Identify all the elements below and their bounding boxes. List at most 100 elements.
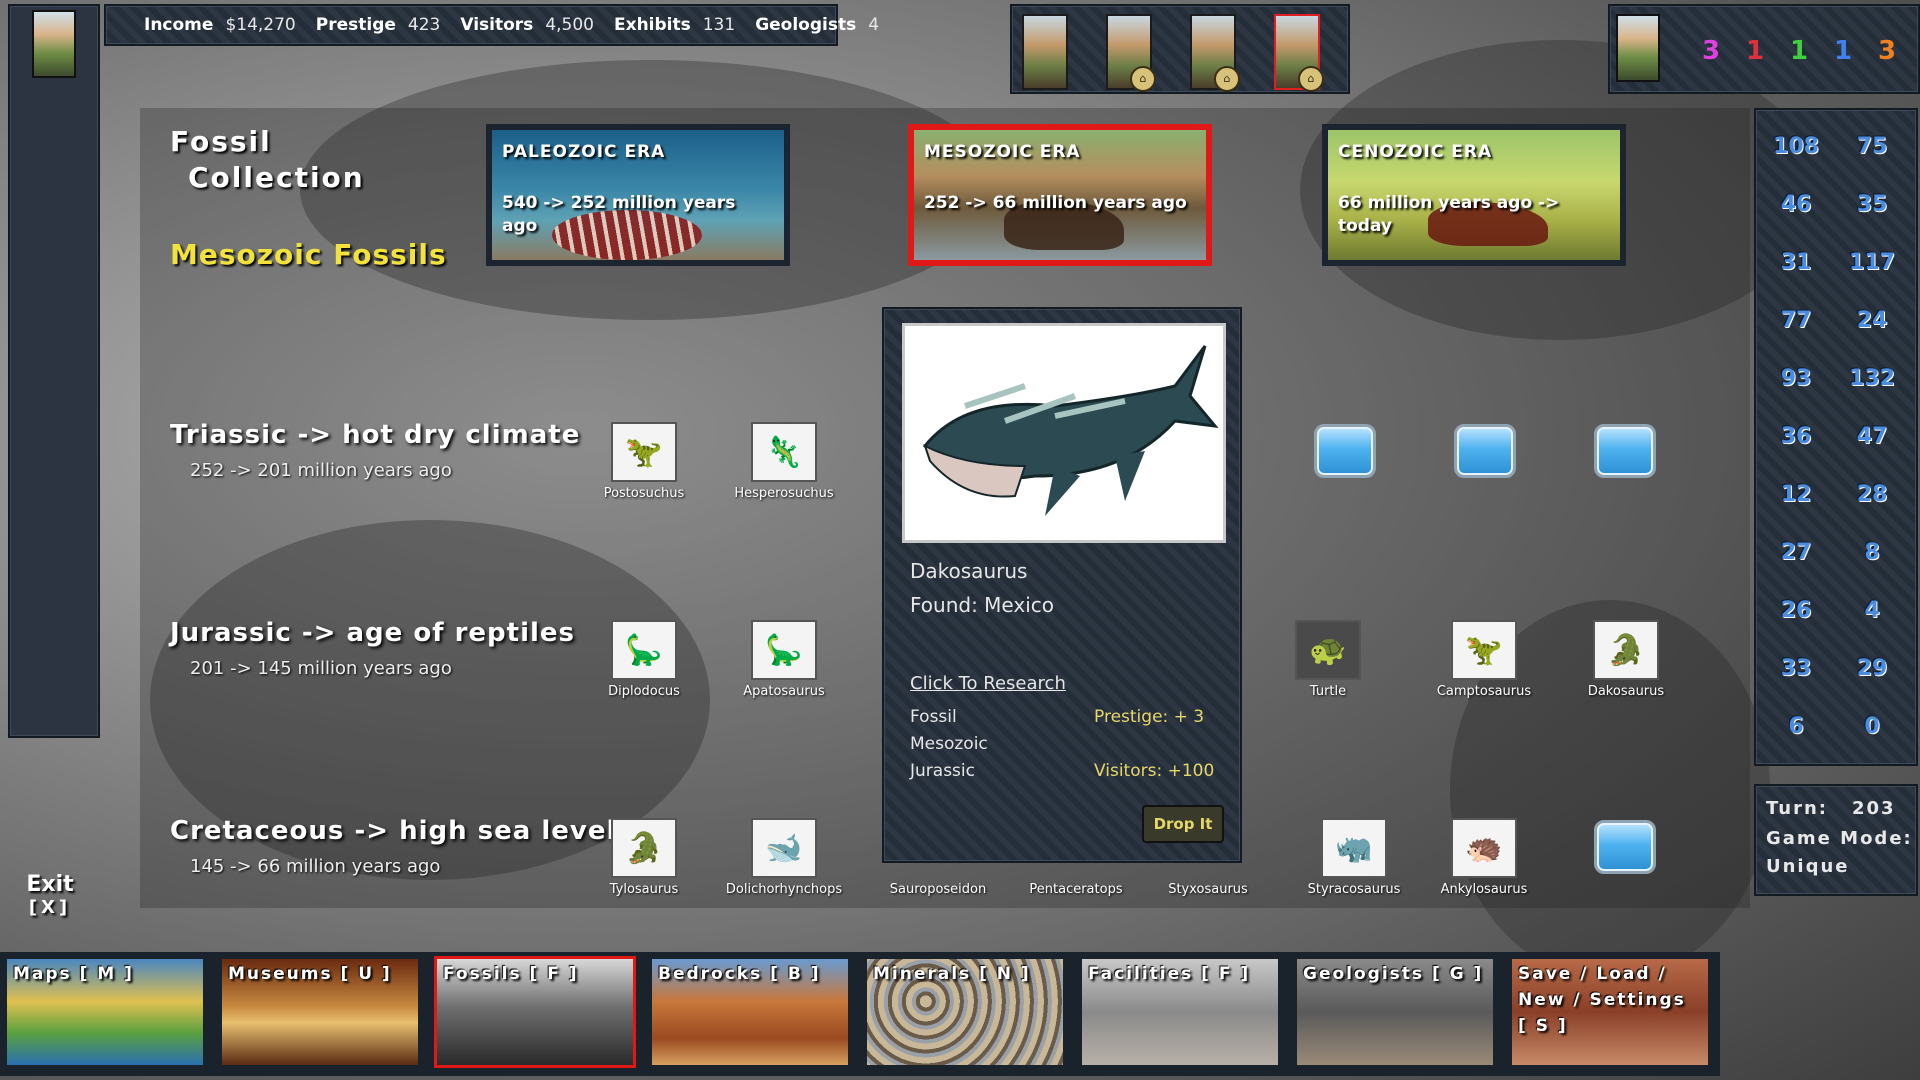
fossil-item[interactable]: 🦕 Diplodocus [574,620,714,699]
fossil-name: Sauroposeidon [868,882,1008,897]
document-counter[interactable]: 132 [1842,366,1902,391]
nav-bedrocks[interactable]: Bedrocks [ B ] [649,956,851,1068]
geologists-value: 4 [868,15,879,35]
geologist-slot-2[interactable]: ⌂ [1106,14,1152,90]
nav-museums[interactable]: Museums [ U ] [219,956,421,1068]
permit-counter[interactable]: 0 [1842,714,1902,739]
research-link[interactable]: Click To Research [910,673,1066,694]
microscope-counter[interactable]: 29 [1842,656,1902,681]
fossil-detail-location: Found: Mexico [910,593,1054,617]
fossil-item[interactable]: 🦖 Camptosaurus [1414,620,1554,699]
arrow-counter[interactable]: 47 [1842,424,1902,449]
fossil-name: Apatosaurus [714,684,854,699]
era-cenozoic[interactable]: CENOZOIC ERA 66 million years ago -> tod… [1322,124,1626,266]
geologist-slot-3[interactable]: ⌂ [1190,14,1236,90]
period-range-cretaceous: 145 -> 66 million years ago [190,856,440,877]
exit-label: Exit [20,872,80,897]
apatosaurus-image: 🦕 [751,620,817,680]
museum-badge-icon: ⌂ [1130,66,1156,92]
bottom-navigation: Maps [ M ] Museums [ U ] Fossils [ F ] B… [0,952,1720,1076]
nav-geologists[interactable]: Geologists [ G ] [1294,956,1496,1068]
nav-fossils[interactable]: Fossils [ F ] [434,956,636,1068]
postosuchus-image: 🦖 [611,422,677,482]
player-portrait[interactable] [32,10,76,78]
period-range-triassic: 252 -> 201 million years ago [190,460,452,481]
exhibits-value: 131 [703,15,735,35]
counter-value: 12 [1781,482,1812,507]
empty-fossil-slot[interactable] [1314,424,1376,478]
compass-counter[interactable]: 27 [1766,540,1826,565]
manager-portrait[interactable] [1616,14,1660,82]
nav-facilities[interactable]: Facilities [ F ] [1079,956,1281,1068]
turn-label: Turn: [1766,798,1828,819]
era-mesozoic[interactable]: MESOZOIC ERA 252 -> 66 million years ago [908,124,1212,266]
fossil-name: Ankylosaurus [1414,882,1554,897]
geologist-selector: ⌂ ⌂ ⌂ [1010,4,1350,94]
fossil-item[interactable]: 🦕 Apatosaurus [714,620,854,699]
empty-fossil-slot[interactable] [1594,820,1656,874]
museum-badge-icon: ⌂ [1298,66,1324,92]
tylosaurus-image: 🐊 [611,818,677,878]
counter-value: 108 [1773,134,1819,159]
nav-minerals[interactable]: Minerals [ N ] [864,956,1066,1068]
era-label: PALEOZOIC ERA [502,142,665,162]
fossil-item[interactable]: 🦏 Styracosaurus [1284,818,1424,897]
helmet-counter[interactable]: 8 [1842,540,1902,565]
book-counter[interactable]: 33 [1766,656,1826,681]
geologist-slot-1[interactable] [1022,14,1068,90]
turn-info: Turn: 203 Game Mode: Unique [1754,784,1918,896]
pickaxe-counter[interactable]: 108 [1766,134,1826,159]
fossil-item[interactable]: 🦔 Ankylosaurus [1414,818,1554,897]
fossil-item[interactable]: 🐊 Dakosaurus [1556,620,1696,699]
brush-counter[interactable]: 75 [1842,134,1902,159]
fossil-item[interactable]: 🦖 Postosuchus [574,422,714,501]
plane-counter[interactable]: 12 [1766,482,1826,507]
fossil-item[interactable]: 🐋 Dolichorhynchops [714,818,854,897]
nav-maps[interactable]: Maps [ M ] [4,956,206,1068]
fossil-detail-type: Fossil [910,707,957,727]
fossil-name: Dolichorhynchops [714,882,854,897]
fossil-name: Camptosaurus [1414,684,1554,699]
hesperosuchus-image: 🦎 [751,422,817,482]
nav-label: Fossils [ F ] [443,961,627,987]
drill-counter[interactable]: 24 [1842,308,1902,333]
fossil-item[interactable]: 🦎 Hesperosuchus [714,422,854,501]
counter-value: 27 [1781,540,1812,565]
era-range: 66 million years ago -> today [1338,192,1612,238]
styracosaurus-image: 🦏 [1321,818,1387,878]
fossil-detail-image [902,323,1226,543]
nav-save-load-settings[interactable]: Save / Load / New / Settings [ S ] [1509,956,1711,1068]
fossil-item[interactable]: 🐊 Tylosaurus [574,818,714,897]
money-counter[interactable]: 6 [1766,714,1826,739]
visitors-value: 4,500 [545,15,594,35]
period-title-jurassic: Jurassic -> age of reptiles [170,618,575,648]
counter-value: 93 [1781,366,1812,391]
fossil-item[interactable]: 🐢 Turtle [1258,620,1398,699]
counter-value: 31 [1781,250,1812,275]
fossil-detail-era: Mesozoic [910,734,988,754]
empty-fossil-slot[interactable] [1454,424,1516,478]
rock-counter[interactable]: 46 [1766,192,1826,217]
bag-counter[interactable]: 26 [1766,598,1826,623]
tools-counter[interactable]: 77 [1766,308,1826,333]
fossil-name: Tylosaurus [574,882,714,897]
crystal-counter[interactable]: 31 [1766,250,1826,275]
counter-value: 36 [1781,424,1812,449]
era-paleozoic[interactable]: PALEOZOIC ERA 540 -> 252 million years a… [486,124,790,266]
counter-value: 0 [1864,714,1879,739]
mineral-counter[interactable]: 36 [1766,424,1826,449]
globe-counter[interactable]: 4 [1842,598,1902,623]
exit-button[interactable]: Exit [X] [20,872,80,918]
car-counter[interactable]: 28 [1842,482,1902,507]
resource-bar: 3 1 1 1 3 [1608,4,1920,94]
layers-counter[interactable]: 117 [1842,250,1902,275]
fossil-detail-popup: Dakosaurus Found: Mexico Click To Resear… [882,307,1242,863]
geologist-slot-4[interactable]: ⌂ [1274,14,1320,90]
ammonite-counter[interactable]: 35 [1842,192,1902,217]
drop-button[interactable]: Drop It [1142,805,1224,843]
empty-fossil-slot[interactable] [1594,424,1656,478]
vehicle-counter[interactable]: 93 [1766,366,1826,391]
counter-value: 47 [1857,424,1888,449]
fossil-name: Pentaceratops [1006,882,1146,897]
visitors-label: Visitors [460,15,533,35]
